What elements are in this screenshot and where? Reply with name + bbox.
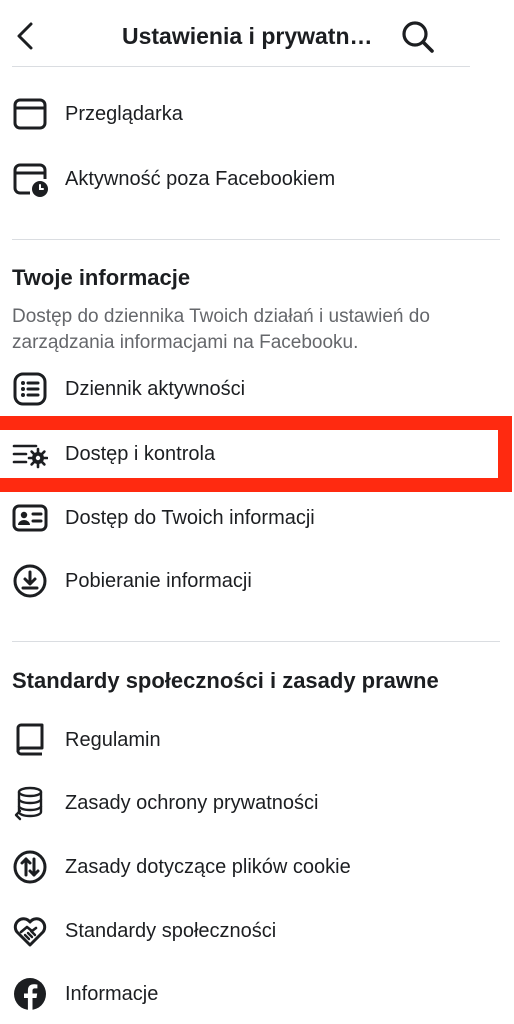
search-button[interactable] [398, 18, 438, 56]
section-title-your-info: Twoje informacje [12, 265, 191, 290]
chevron-left-icon [14, 21, 36, 51]
menu-item-label: Regulamin [65, 729, 161, 751]
section-title-legal: Standardy społeczności i zasady prawne [12, 668, 439, 693]
menu-item-label: Dziennik aktywności [65, 378, 246, 400]
menu-item-label: Dostęp i kontrola [65, 443, 216, 465]
section-divider [12, 641, 500, 642]
menu-item-label: Informacje [65, 983, 159, 1005]
menu-item-label: Pobieranie informacji [65, 570, 252, 592]
menu-item-access-and-control[interactable]: Dostęp i kontrola [0, 426, 514, 482]
download-circle-icon [12, 563, 48, 599]
menu-item-terms[interactable]: Regulamin [0, 712, 514, 768]
menu-item-off-facebook-activity[interactable]: Aktywność poza Facebookiem [0, 151, 514, 207]
menu-item-label: Przeglądarka [65, 103, 183, 125]
menu-item-browser[interactable]: Przeglądarka [0, 86, 514, 142]
menu-item-about[interactable]: Informacje [0, 966, 514, 1022]
book-icon [12, 722, 48, 758]
id-card-icon [12, 500, 48, 536]
menu-item-cookie-policy[interactable]: Zasady dotyczące plików cookie [0, 839, 514, 895]
section-divider [12, 239, 500, 240]
search-icon [400, 19, 436, 55]
header-divider [12, 66, 470, 67]
browser-window-icon [12, 96, 48, 132]
cookie-arrows-icon [12, 849, 48, 885]
database-privacy-icon [12, 785, 48, 821]
menu-item-label: Standardy społeczności [65, 920, 277, 942]
menu-item-download-info[interactable]: Pobieranie informacji [0, 553, 514, 609]
menu-item-community-standards[interactable]: Standardy społeczności [0, 903, 514, 959]
menu-item-label: Zasady ochrony prywatności [65, 792, 319, 814]
menu-item-label: Zasady dotyczące plików cookie [65, 856, 351, 878]
menu-item-label: Aktywność poza Facebookiem [65, 168, 336, 190]
menu-item-activity-log[interactable]: Dziennik aktywności [0, 361, 514, 417]
menu-item-privacy-policy[interactable]: Zasady ochrony prywatności [0, 775, 514, 831]
heart-handshake-icon [12, 913, 48, 949]
back-button[interactable] [14, 18, 54, 54]
menu-item-label: Dostęp do Twoich informacji [65, 507, 315, 529]
settings-privacy-screen: Ustawienia i prywatno… Przeglądarka Akty… [0, 0, 514, 1024]
list-settings-icon [12, 436, 48, 472]
browser-clock-icon [12, 161, 48, 197]
facebook-logo-icon [12, 976, 48, 1012]
menu-item-access-your-info[interactable]: Dostęp do Twoich informacji [0, 490, 514, 546]
top-bar: Ustawienia i prywatno… [0, 0, 514, 70]
page-title: Ustawienia i prywatno… [122, 23, 384, 49]
activity-log-icon [12, 371, 48, 407]
section-description: Dostęp do dziennika Twoich działań i ust… [12, 306, 430, 353]
